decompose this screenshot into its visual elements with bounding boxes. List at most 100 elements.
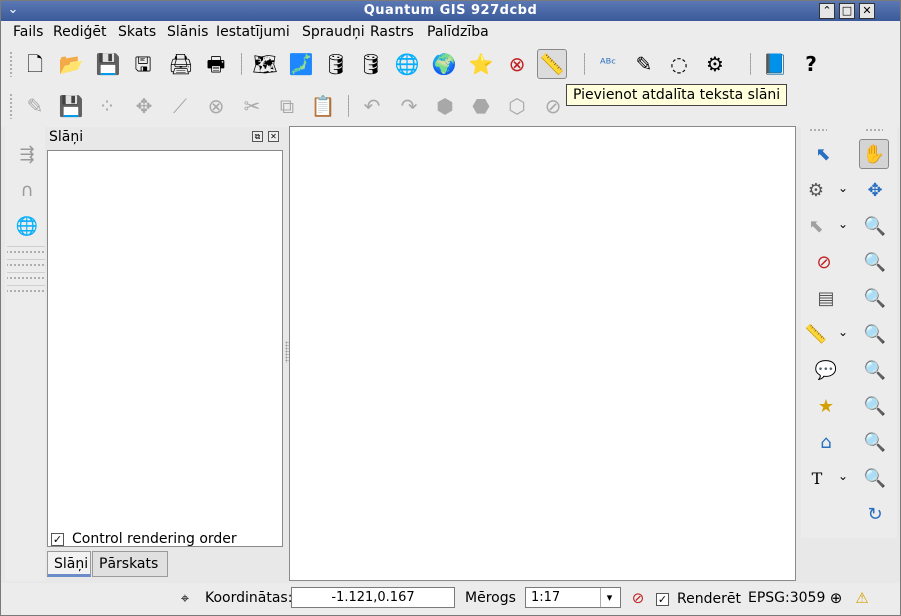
pan-to-selected-button[interactable]: ✥ (860, 175, 890, 205)
zoom-to-layer-button[interactable]: 🔍 (860, 391, 890, 421)
minimize-button[interactable]: ⌃ (819, 3, 835, 19)
toolbar-grip[interactable] (7, 272, 45, 282)
refresh-button[interactable]: ↻ (860, 499, 890, 529)
deselect-button[interactable]: ⊘ (809, 247, 839, 277)
text-annotation-button[interactable]: T (802, 463, 832, 493)
show-bookmarks-button[interactable]: ⌂ (811, 427, 841, 457)
maximize-button[interactable]: □ (839, 3, 855, 19)
zoom-in-button[interactable]: 🔍 (860, 211, 890, 241)
toggle-editing-button[interactable]: ✎ (20, 91, 50, 121)
plugin-3-button[interactable]: ⚙ (700, 49, 730, 79)
save-as-button[interactable]: 🖫 (128, 49, 158, 79)
render-checkbox[interactable]: ✓ (656, 592, 669, 606)
toolbar-grip[interactable] (9, 51, 13, 77)
redo-button[interactable]: ↷ (394, 91, 424, 121)
identify-features-button[interactable]: ⬉ (808, 139, 838, 169)
print-button[interactable]: 🖶 (201, 49, 231, 79)
render-toggle[interactable]: ✓ Renderēt (656, 591, 741, 607)
zoom-to-selection-button[interactable]: 🔍 (860, 355, 890, 385)
new-project-button[interactable]: 🗋 (20, 49, 50, 79)
toolbar-grip[interactable] (7, 285, 45, 295)
attribute-table-button[interactable]: ▤ (811, 283, 841, 313)
tab-layers[interactable]: Slāņi (47, 551, 91, 577)
chevron-down-icon[interactable]: ⌄ (838, 325, 848, 339)
toolbar-grip[interactable] (9, 93, 13, 119)
menu-settings[interactable]: Iestatījumi (216, 24, 290, 40)
measure-button[interactable]: 📏 (801, 319, 831, 349)
pan-map-button[interactable]: ✋ (859, 139, 889, 169)
capture-point-button[interactable]: ⁘ (92, 91, 122, 121)
chevron-down-icon[interactable]: ⌄ (838, 217, 848, 231)
select-features-button[interactable]: ⬉ (801, 211, 831, 241)
toolbar-grip[interactable] (7, 246, 45, 256)
zoom-actual-button[interactable]: 🔍 (860, 283, 890, 313)
zoom-last-button[interactable]: 🔍 (860, 427, 890, 457)
plugin-2-button[interactable]: ◌ (664, 49, 694, 79)
scale-combobox[interactable]: 1:17 ▾ (525, 587, 621, 608)
add-wfs-layer-button[interactable]: 🌍 (429, 49, 459, 79)
menu-edit[interactable]: Rediģēt (53, 24, 106, 40)
crs-status[interactable]: EPSG:3059 (748, 590, 825, 606)
zoom-full-button[interactable]: 🔍 (860, 319, 890, 349)
stop-render-button[interactable]: ⊘ (628, 588, 648, 608)
digitize-button[interactable]: ⇶ (13, 140, 41, 168)
histogram-button[interactable]: ∩ (13, 176, 41, 204)
action-button[interactable]: ⚙ (801, 175, 831, 205)
add-wms-layer-button[interactable]: 🌐 (392, 49, 422, 79)
save-project-button[interactable]: 💾 (93, 49, 123, 79)
menu-help[interactable]: Palīdzība (427, 24, 489, 40)
control-rendering-checkbox[interactable]: ✓ (51, 532, 64, 546)
help-contents-button[interactable]: 📘 (760, 49, 790, 79)
add-vector-layer-button[interactable]: 🗺 (250, 49, 280, 79)
add-postgis-layer-button[interactable]: 🛢 (321, 49, 351, 79)
new-shapefile-button[interactable]: ⭐ (466, 49, 496, 79)
add-delimited-text-button[interactable]: 📏 (537, 49, 567, 79)
copy-features-button[interactable]: ⧉ (272, 91, 302, 121)
dock-float-button[interactable]: ⧉ (252, 131, 263, 142)
layers-list[interactable] (47, 150, 283, 547)
control-rendering-order[interactable]: ✓ Control rendering order (51, 531, 237, 547)
zoom-out-button[interactable]: 🔍 (860, 247, 890, 277)
plugin-1-button[interactable]: ✎ (629, 49, 659, 79)
crs-button[interactable]: ⊕ (826, 588, 846, 608)
menu-plugins[interactable]: Spraudņi (302, 24, 365, 40)
map-tips-button[interactable]: 💬 (811, 355, 841, 385)
chevron-down-icon[interactable]: ⌄ (838, 469, 848, 483)
remove-layer-button[interactable]: ⊗ (502, 49, 532, 79)
delete-selected-button[interactable]: ⊗ (201, 91, 231, 121)
coordinates-field[interactable]: -1.121,0.167 (291, 587, 455, 608)
simplify-feature-button[interactable]: ⬢ (430, 91, 460, 121)
chevron-down-icon[interactable]: ⌄ (838, 181, 848, 195)
paste-features-button[interactable]: 📋 (308, 91, 338, 121)
dock-close-button[interactable]: ✕ (268, 131, 279, 142)
move-feature-button[interactable]: ✥ (129, 91, 159, 121)
chevron-down-icon[interactable]: ▾ (600, 588, 618, 607)
print-composer-button[interactable]: 🖨 (166, 49, 196, 79)
add-raster-layer-button[interactable]: 🗾 (286, 49, 316, 79)
add-spatialite-layer-button[interactable]: 🛢 (356, 49, 386, 79)
node-tool-button[interactable]: ⟋ (165, 91, 195, 121)
save-edits-button[interactable]: 💾 (56, 91, 86, 121)
menu-raster[interactable]: Rastrs (370, 24, 414, 40)
whats-this-button[interactable]: ? (796, 49, 826, 79)
menu-view[interactable]: Skats (118, 24, 156, 40)
coords-toggle-button[interactable]: ⌖ (175, 588, 195, 608)
add-ring-button[interactable]: ⬣ (466, 91, 496, 121)
zoom-next-button[interactable]: 🔍 (860, 463, 890, 493)
toolbar-grip[interactable] (7, 259, 45, 269)
messages-button[interactable]: ⚠ (852, 588, 872, 608)
menu-layer[interactable]: Slānis (167, 24, 208, 40)
globe-button[interactable]: 🌐 (13, 212, 41, 240)
menu-file[interactable]: Fails (13, 24, 43, 40)
undo-button[interactable]: ↶ (357, 91, 387, 121)
map-canvas[interactable] (289, 126, 796, 581)
toolbar-grip[interactable] (809, 128, 827, 132)
new-bookmark-button[interactable]: ★ (811, 391, 841, 421)
open-project-button[interactable]: 📂 (56, 49, 86, 79)
toolbar-grip[interactable] (865, 128, 883, 132)
delete-ring-button[interactable]: ⊘ (538, 91, 568, 121)
close-button[interactable]: ✕ (859, 3, 875, 19)
label-tool-button[interactable]: ᴬᴮᶜ (593, 49, 623, 79)
tab-overview[interactable]: Pārskats (92, 551, 168, 577)
cut-features-button[interactable]: ✂ (237, 91, 267, 121)
